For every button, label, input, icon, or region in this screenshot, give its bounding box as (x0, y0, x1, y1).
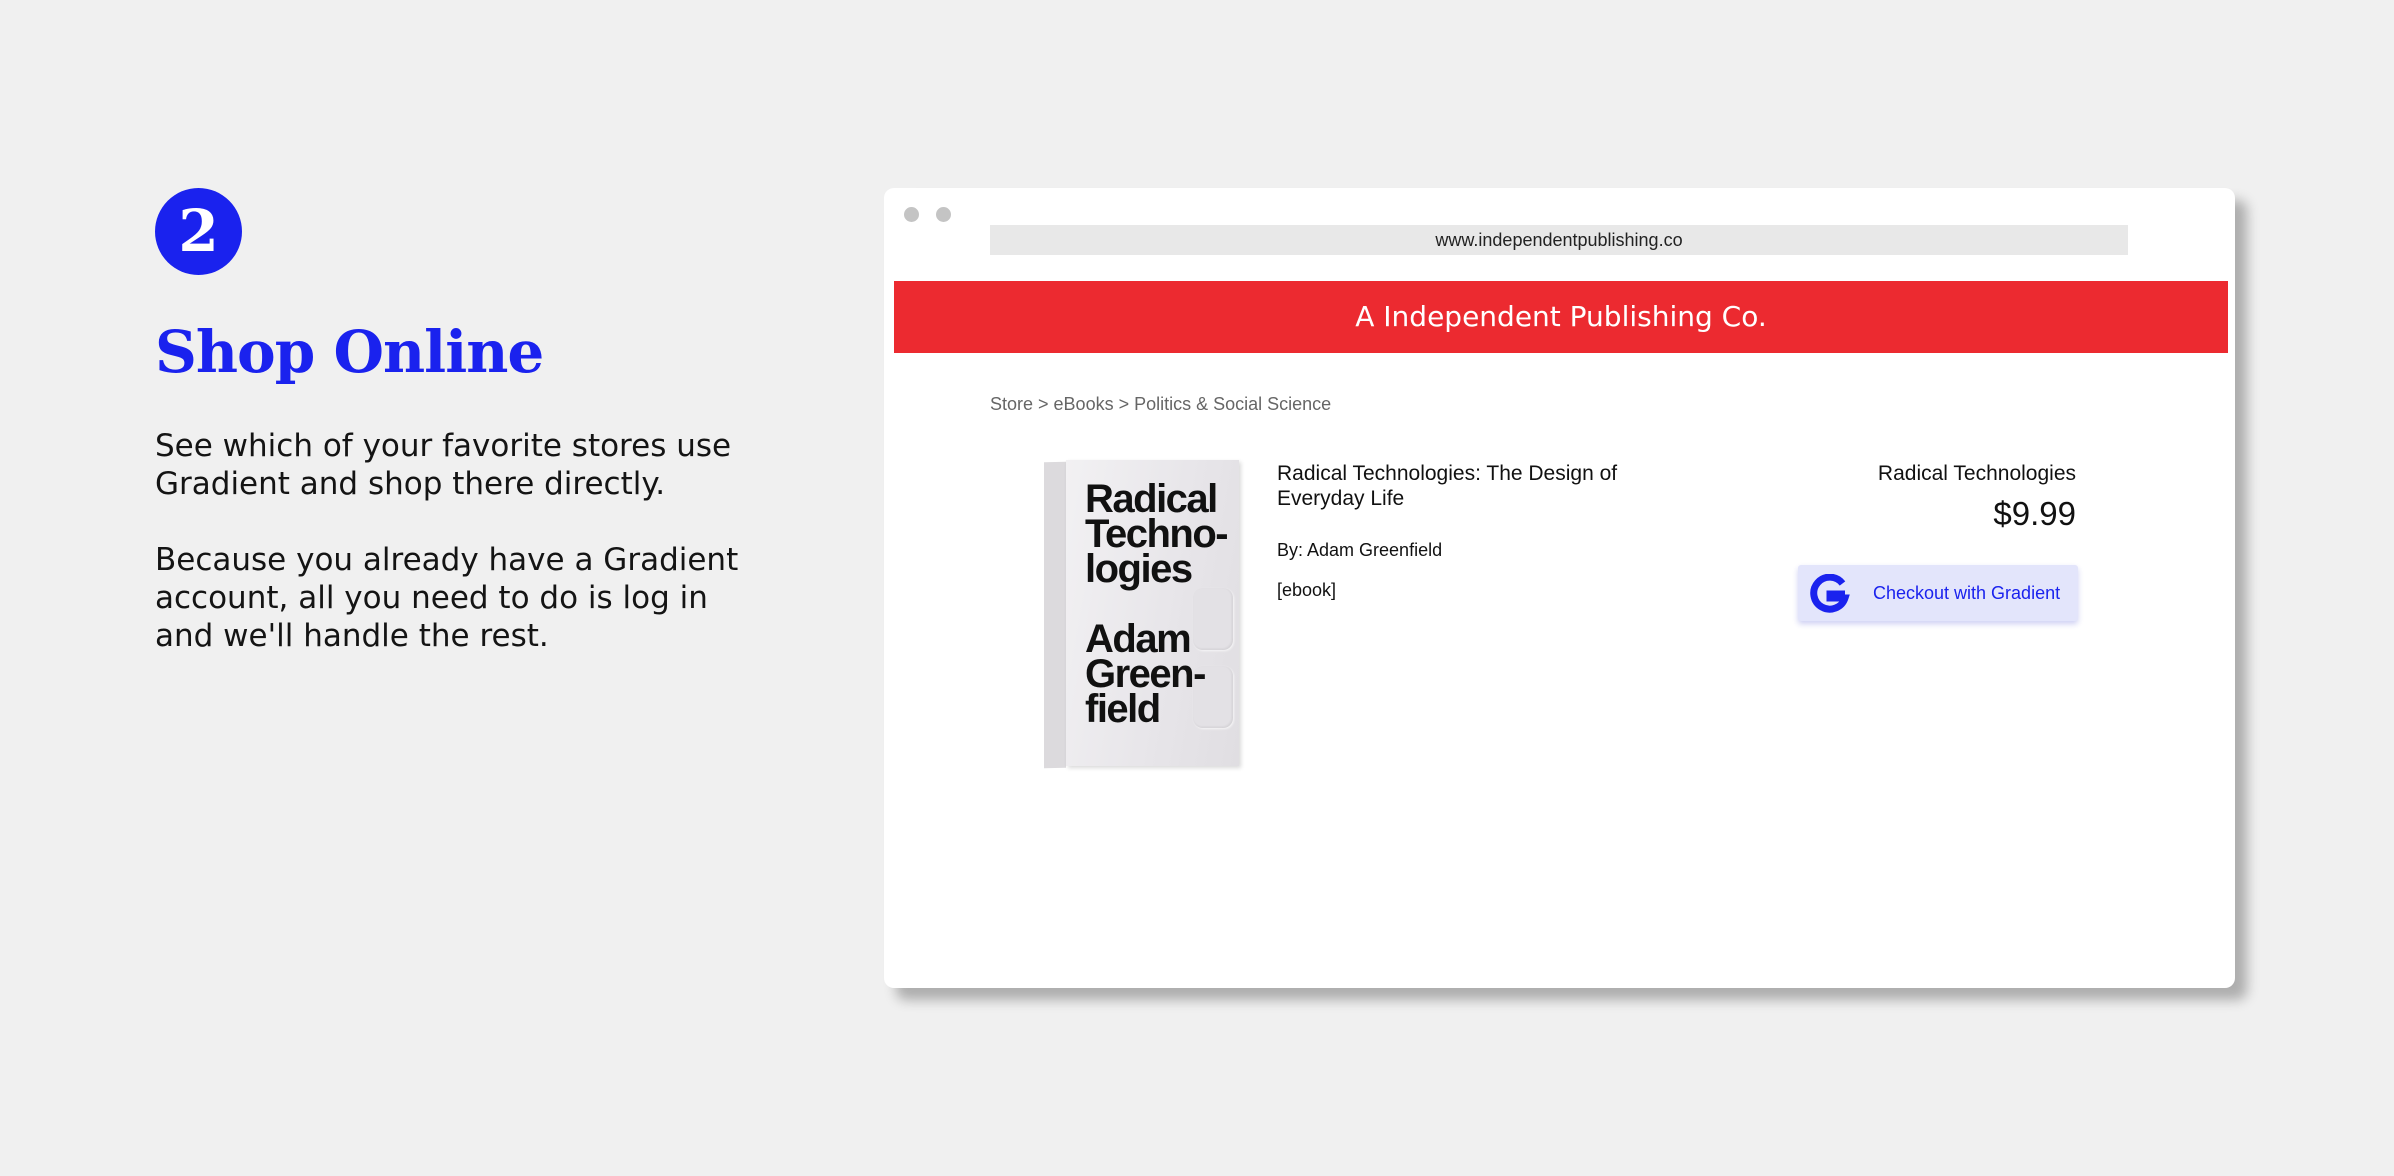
book-cover-author: Adam Green- field (1085, 617, 1206, 731)
book-cover-title: Radical Techno- logies (1085, 477, 1229, 591)
product-title[interactable]: Radical Technologies: The Design of Ever… (1277, 461, 1657, 511)
step-description-1: See which of your favorite stores use Gr… (155, 428, 732, 502)
product-format: [ebook] (1277, 580, 1337, 600)
store-header: A Independent Publishing Co. (894, 281, 2228, 353)
book-cover-image: Radical Techno- logies Adam Green- field (1044, 460, 1239, 769)
browser-window: www.independentpublishing.co A Independe… (884, 188, 2235, 988)
store-name: A Independent Publishing Co. (1355, 300, 1767, 333)
step-title: Shop Online (155, 318, 544, 386)
book-spine (1044, 461, 1066, 769)
address-bar[interactable]: www.independentpublishing.co (990, 225, 2128, 255)
step-number-badge: 2 (155, 188, 242, 275)
breadcrumb[interactable]: Store > eBooks > Politics & Social Scien… (990, 392, 1331, 416)
gradient-g-logo-icon (1810, 574, 1850, 613)
window-control-dot[interactable] (936, 207, 951, 222)
step-description-2: Because you already have a Gradient acco… (155, 542, 739, 654)
product-author: By: Adam Greenfield (1277, 540, 1443, 560)
purchase-product-name: Radical Technologies (1877, 462, 2076, 485)
product-price: $9.99 (1993, 495, 2076, 532)
book-front-cover: Radical Techno- logies Adam Green- field (1066, 460, 1239, 766)
checkout-with-gradient-button[interactable]: Checkout with Gradient (1798, 565, 2078, 621)
checkout-button-label: Checkout with Gradient (1873, 583, 2061, 603)
window-control-dot[interactable] (904, 207, 919, 222)
